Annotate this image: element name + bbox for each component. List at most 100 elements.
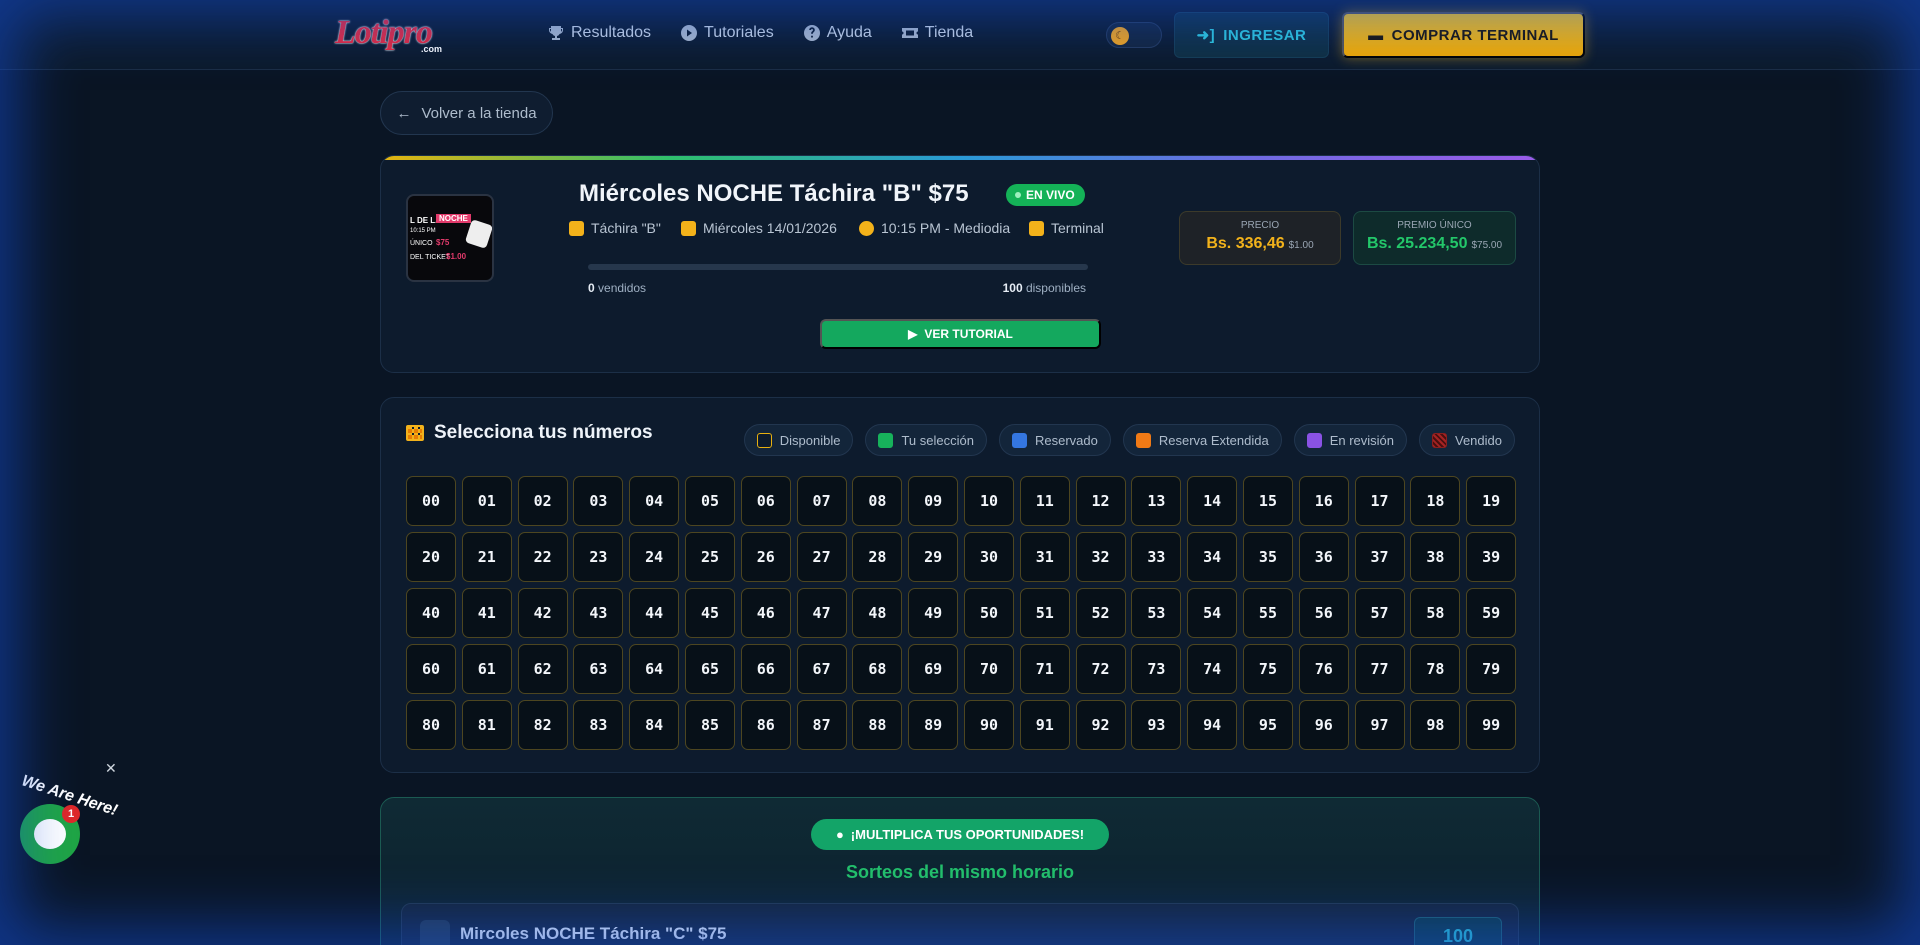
number-button[interactable]: 50 [963,588,1014,638]
number-button[interactable]: 12 [1075,476,1126,526]
number-button[interactable]: 87 [796,700,847,750]
number-button[interactable]: 09 [908,476,959,526]
number-button[interactable]: 81 [461,700,512,750]
number-button[interactable]: 51 [1019,588,1070,638]
number-button[interactable]: 95 [1242,700,1293,750]
number-button[interactable]: 62 [517,644,568,694]
number-button[interactable]: 34 [1187,532,1238,582]
number-button[interactable]: 44 [629,588,680,638]
number-button[interactable]: 65 [684,644,735,694]
number-button[interactable]: 90 [963,700,1014,750]
number-button[interactable]: 68 [852,644,903,694]
number-button[interactable]: 36 [1298,532,1349,582]
back-to-store-button[interactable]: ← Volver a la tienda [380,91,553,135]
number-button[interactable]: 17 [1354,476,1405,526]
number-button[interactable]: 28 [852,532,903,582]
number-button[interactable]: 29 [908,532,959,582]
number-button[interactable]: 46 [740,588,791,638]
number-button[interactable]: 89 [908,700,959,750]
view-tutorial-button[interactable]: ▶ VER TUTORIAL [820,319,1101,349]
number-button[interactable]: 97 [1354,700,1405,750]
number-button[interactable]: 21 [461,532,512,582]
number-button[interactable]: 93 [1131,700,1182,750]
number-button[interactable]: 35 [1242,532,1293,582]
number-button[interactable]: 67 [796,644,847,694]
nav-link-resultados[interactable]: Resultados [548,24,651,42]
related-draw-row[interactable]: Mircoles NOCHE Táchira "C" $75 100 [401,903,1519,945]
number-button[interactable]: 05 [684,476,735,526]
number-button[interactable]: 88 [852,700,903,750]
number-button[interactable]: 83 [573,700,624,750]
number-button[interactable]: 84 [629,700,680,750]
number-button[interactable]: 94 [1187,700,1238,750]
number-button[interactable]: 22 [517,532,568,582]
number-button[interactable]: 91 [1019,700,1070,750]
number-button[interactable]: 10 [963,476,1014,526]
number-button[interactable]: 43 [573,588,624,638]
number-button[interactable]: 56 [1298,588,1349,638]
number-button[interactable]: 98 [1410,700,1461,750]
number-button[interactable]: 71 [1019,644,1070,694]
number-button[interactable]: 42 [517,588,568,638]
number-button[interactable]: 76 [1298,644,1349,694]
number-button[interactable]: 96 [1298,700,1349,750]
nav-link-ayuda[interactable]: Ayuda [803,24,872,42]
number-button[interactable]: 54 [1187,588,1238,638]
logo[interactable]: Lotipro .com [335,14,442,56]
number-button[interactable]: 70 [963,644,1014,694]
number-button[interactable]: 99 [1466,700,1517,750]
number-button[interactable]: 32 [1075,532,1126,582]
number-button[interactable]: 31 [1019,532,1070,582]
number-button[interactable]: 16 [1298,476,1349,526]
login-button[interactable]: ➜] INGRESAR [1174,12,1329,58]
number-button[interactable]: 04 [629,476,680,526]
number-button[interactable]: 26 [740,532,791,582]
number-button[interactable]: 02 [517,476,568,526]
number-button[interactable]: 37 [1354,532,1405,582]
number-button[interactable]: 66 [740,644,791,694]
number-button[interactable]: 78 [1410,644,1461,694]
number-button[interactable]: 13 [1131,476,1182,526]
number-button[interactable]: 77 [1354,644,1405,694]
number-button[interactable]: 15 [1242,476,1293,526]
number-button[interactable]: 45 [684,588,735,638]
number-button[interactable]: 55 [1242,588,1293,638]
number-button[interactable]: 14 [1187,476,1238,526]
number-button[interactable]: 74 [1187,644,1238,694]
number-button[interactable]: 41 [461,588,512,638]
number-button[interactable]: 08 [852,476,903,526]
number-button[interactable]: 64 [629,644,680,694]
number-button[interactable]: 58 [1410,588,1461,638]
nav-link-tienda[interactable]: Tienda [901,24,973,42]
number-button[interactable]: 80 [406,700,456,750]
number-button[interactable]: 06 [740,476,791,526]
number-button[interactable]: 48 [852,588,903,638]
number-button[interactable]: 07 [796,476,847,526]
number-button[interactable]: 18 [1410,476,1461,526]
number-button[interactable]: 19 [1466,476,1517,526]
number-button[interactable]: 86 [740,700,791,750]
number-button[interactable]: 03 [573,476,624,526]
number-button[interactable]: 23 [573,532,624,582]
number-button[interactable]: 25 [684,532,735,582]
nav-link-tutoriales[interactable]: Tutoriales [681,24,774,42]
number-button[interactable]: 38 [1410,532,1461,582]
number-button[interactable]: 82 [517,700,568,750]
number-button[interactable]: 33 [1131,532,1182,582]
number-button[interactable]: 75 [1242,644,1293,694]
number-button[interactable]: 60 [406,644,456,694]
number-button[interactable]: 24 [629,532,680,582]
number-button[interactable]: 20 [406,532,456,582]
theme-toggle[interactable]: ☾ [1106,22,1162,48]
number-button[interactable]: 72 [1075,644,1126,694]
number-button[interactable]: 59 [1466,588,1517,638]
number-button[interactable]: 49 [908,588,959,638]
number-button[interactable]: 52 [1075,588,1126,638]
number-button[interactable]: 47 [796,588,847,638]
number-button[interactable]: 57 [1354,588,1405,638]
number-button[interactable]: 63 [573,644,624,694]
number-button[interactable]: 39 [1466,532,1517,582]
number-button[interactable]: 53 [1131,588,1182,638]
number-button[interactable]: 01 [461,476,512,526]
number-button[interactable]: 61 [461,644,512,694]
